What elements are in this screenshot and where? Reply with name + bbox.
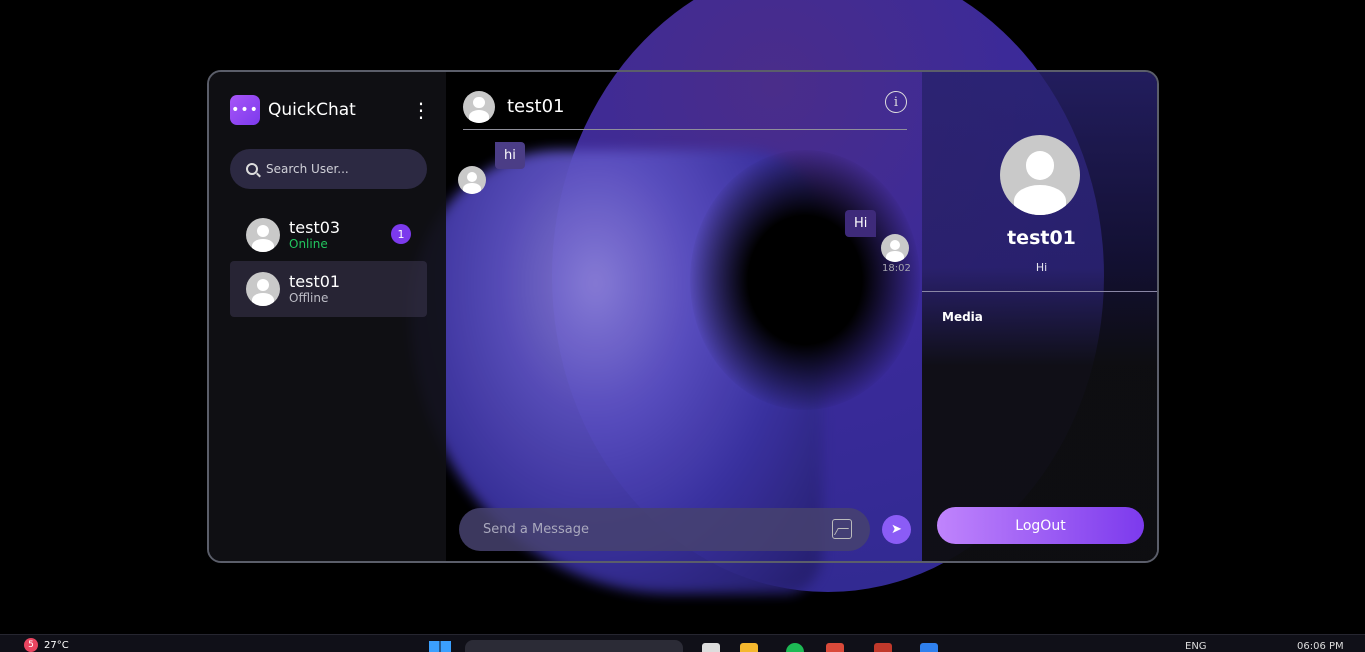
clock[interactable]: 06:06 PM (1297, 641, 1344, 652)
user-list-item-test01[interactable]: test01 Offline (230, 261, 427, 317)
search-user-input[interactable] (266, 162, 416, 176)
sender-avatar-icon (458, 166, 486, 194)
spotify-icon[interactable] (786, 643, 804, 652)
taskbar-app-icon[interactable] (874, 643, 892, 652)
file-explorer-icon[interactable] (740, 643, 758, 652)
own-avatar-icon (881, 234, 909, 262)
send-icon[interactable]: ➤ (882, 515, 911, 544)
unread-count-badge: 1 (391, 224, 411, 244)
user-status: Online (289, 237, 328, 251)
search-icon (246, 163, 258, 175)
windows-start-icon[interactable] (429, 641, 451, 652)
profile-name: test01 (1007, 227, 1076, 249)
taskbar: 5 27°C ENG 06:06 PM (0, 634, 1365, 652)
user-list-item-test03[interactable]: test03 Online 1 (230, 207, 427, 263)
chat-area: test01 i hi Hi 18:02 ➤ (446, 72, 922, 561)
user-name: test03 (289, 218, 341, 237)
divider (922, 291, 1157, 292)
profile-avatar-icon (1000, 135, 1080, 215)
taskbar-app-icon[interactable] (702, 643, 720, 652)
chat-app-window: ••• QuickChat ⋮ test03 Online 1 test01 O… (207, 70, 1159, 563)
brand-name: QuickChat (268, 100, 356, 120)
more-options-icon[interactable]: ⋮ (411, 100, 431, 120)
message-bubble-outgoing: Hi (845, 210, 877, 237)
search-user-box[interactable] (230, 149, 427, 189)
message-timestamp: 18:02 (882, 263, 911, 274)
chat-header: test01 i (463, 84, 907, 130)
temperature: 27°C (44, 639, 69, 651)
user-name: test01 (289, 272, 341, 291)
message-bubble-incoming: hi (495, 142, 525, 169)
taskbar-app-icon[interactable] (826, 643, 844, 652)
sidebar: ••• QuickChat ⋮ test03 Online 1 test01 O… (209, 72, 446, 561)
weather-notification-badge: 5 (24, 638, 38, 652)
language-indicator[interactable]: ENG (1185, 641, 1207, 652)
taskbar-search-box[interactable] (465, 640, 683, 652)
profile-panel: test01 Hi Media LogOut (922, 72, 1157, 561)
profile-bio: Hi (1035, 261, 1048, 274)
user-status: Offline (289, 291, 329, 305)
vscode-icon[interactable] (920, 643, 938, 652)
media-heading: Media (942, 310, 983, 324)
message-composer (459, 508, 870, 551)
chat-bubble-logo-icon: ••• (230, 95, 260, 125)
message-input[interactable] (483, 522, 813, 537)
gallery-icon[interactable] (832, 519, 852, 539)
brand: ••• QuickChat (230, 95, 356, 125)
user-avatar-icon (246, 272, 280, 306)
user-avatar-icon (246, 218, 280, 252)
info-icon[interactable]: i (885, 91, 907, 113)
chat-contact-avatar-icon (463, 90, 495, 123)
chat-contact-name: test01 (507, 96, 565, 117)
weather-widget[interactable]: 5 27°C (24, 638, 69, 652)
logout-button[interactable]: LogOut (937, 507, 1144, 544)
